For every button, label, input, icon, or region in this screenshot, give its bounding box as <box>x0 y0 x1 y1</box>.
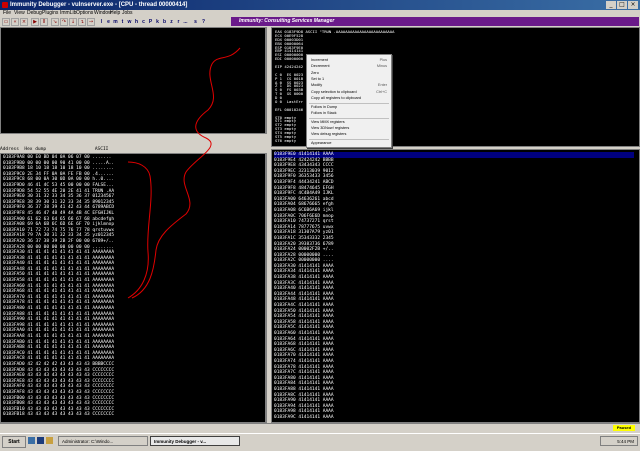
annotation-bracket <box>127 161 152 299</box>
context-menu-shortcut: Plus <box>379 58 387 62</box>
context-menu-shortcut: Ctrl+C <box>376 89 387 94</box>
explorer-quicklaunch-icon[interactable] <box>28 437 35 444</box>
taskbar-item-cmd[interactable]: Administrator: C:\Windo... <box>58 436 148 446</box>
context-menu-separator <box>309 139 389 141</box>
context-menu-item[interactable]: View debug registers <box>311 132 387 136</box>
context-menu-item[interactable]: Appearance <box>311 141 387 145</box>
context-menu-item[interactable]: Set to 1 <box>311 77 387 81</box>
context-menu-item[interactable]: View MMX registers <box>311 120 387 124</box>
context-menu-item[interactable]: Increment <box>311 58 387 62</box>
paused-indicator: Paused <box>613 425 635 431</box>
register-context-menu: Increment Plus Decrement Minus Zero Set to 1 M… <box>306 54 392 148</box>
taskbar: Start Administrator: C:\Windo... Immunit… <box>0 433 640 449</box>
folder-quicklaunch-icon[interactable] <box>46 437 53 444</box>
status-bar: [10:05:34] Access violation when executi… <box>0 423 640 440</box>
taskbar-item-immunity[interactable]: Immunity Debugger - v... <box>150 436 240 446</box>
context-menu-item[interactable]: Decrement <box>311 64 387 68</box>
context-menu-item[interactable]: View 3DNow! registers <box>311 126 387 130</box>
start-label: Start <box>8 439 20 445</box>
context-menu-separator <box>309 102 389 104</box>
context-menu-shortcut: Minus <box>376 64 387 69</box>
powershell-quicklaunch-icon[interactable] <box>37 437 44 444</box>
context-menu-item[interactable]: Copy all registers to clipboard <box>311 96 387 100</box>
context-menu-shortcut: Enter <box>377 83 387 88</box>
context-menu-item[interactable]: Follow in Stack <box>311 111 387 115</box>
context-menu-separator <box>309 117 389 119</box>
clock: 5:44 PM <box>617 439 634 444</box>
system-tray: 5:44 PM <box>600 436 638 446</box>
context-menu-item[interactable]: Zero <box>311 71 387 75</box>
context-menu-item[interactable]: Modify <box>311 83 387 87</box>
start-button[interactable]: Start <box>2 436 26 448</box>
context-menu-item[interactable]: Follow in Dump <box>311 105 387 109</box>
